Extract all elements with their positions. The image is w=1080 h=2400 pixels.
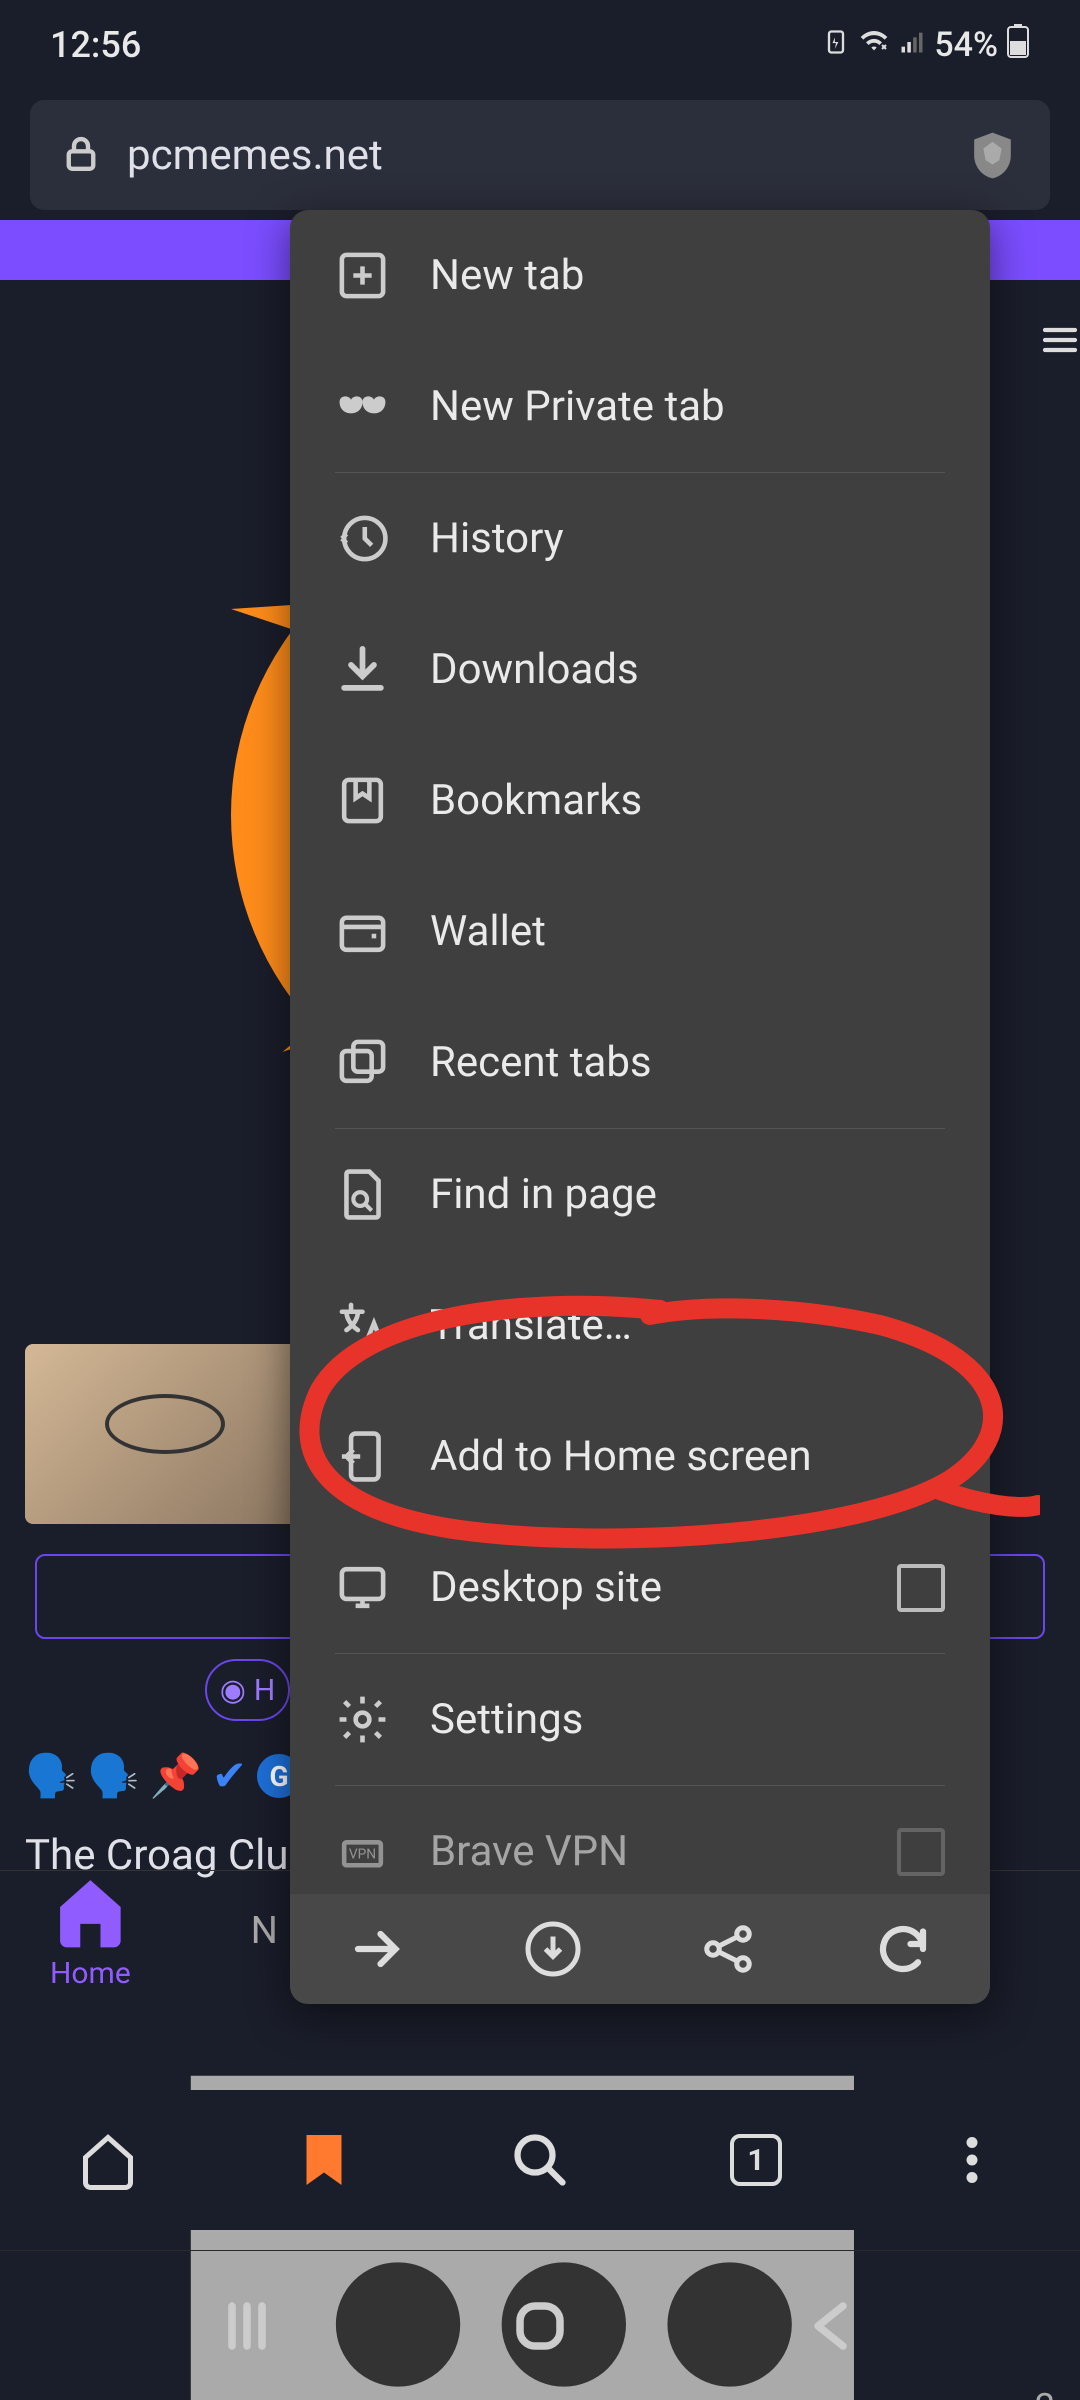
private-tab-icon <box>335 379 390 434</box>
menu-downloads[interactable]: Downloads <box>290 604 990 735</box>
downloads-icon <box>335 642 390 697</box>
back-button[interactable] <box>803 2296 863 2356</box>
menu-recent-tabs[interactable]: Recent tabs <box>290 997 990 1128</box>
emoji-badge: 🗣️ <box>87 1752 139 1801</box>
svg-text:VPN: VPN <box>349 1846 376 1862</box>
user-avatar-image <box>25 1344 305 1524</box>
menu-desktop-site[interactable]: Desktop site <box>290 1522 990 1653</box>
wallet-icon <box>335 904 390 959</box>
nav-home[interactable]: Home <box>50 1870 131 1991</box>
tabs-button[interactable]: 1 <box>726 2130 786 2190</box>
new-tab-icon <box>335 248 390 303</box>
verified-icon: ✔ <box>212 1751 247 1801</box>
desktop-icon <box>335 1560 390 1615</box>
bookmark-icon[interactable] <box>294 2130 354 2190</box>
recents-button[interactable] <box>217 2296 277 2356</box>
status-right: 54% <box>822 23 1030 68</box>
battery-icon <box>1006 23 1030 68</box>
globe-icon: ◉ <box>220 1673 246 1708</box>
bookmarks-icon <box>335 773 390 828</box>
home-icon[interactable] <box>78 2130 138 2190</box>
menu-history[interactable]: History <box>290 473 990 604</box>
hamburger-icon[interactable] <box>1040 320 1080 370</box>
wifi-icon <box>858 25 890 66</box>
nav-next[interactable]: N <box>251 1909 278 1953</box>
emoji-badge: 🗣️ <box>25 1752 77 1801</box>
menu-bottom-bar <box>290 1894 990 2004</box>
menu-translate[interactable]: Translate… <box>290 1260 990 1391</box>
find-icon <box>335 1167 390 1222</box>
menu-new-private-tab[interactable]: New Private tab <box>290 341 990 472</box>
more-icon[interactable] <box>942 2130 1002 2190</box>
menu-bookmarks[interactable]: Bookmarks <box>290 735 990 866</box>
lock-icon <box>60 132 102 178</box>
status-bar: 12:56 54% <box>0 0 1080 90</box>
home-button[interactable] <box>510 2296 570 2356</box>
url-text: pcmemes.net <box>127 131 940 180</box>
battery-percent: 54% <box>934 25 998 65</box>
brave-lion-icon[interactable] <box>965 128 1020 183</box>
menu-new-tab[interactable]: New tab <box>290 210 990 341</box>
signal-icon <box>898 25 926 65</box>
gear-icon <box>335 1692 390 1747</box>
menu-brave-vpn[interactable]: VPN Brave VPN <box>290 1786 990 1894</box>
vpn-icon: VPN <box>335 1824 390 1879</box>
menu-find-in-page[interactable]: Find in page <box>290 1129 990 1260</box>
browser-bottom-bar: 1 <box>0 2090 1080 2230</box>
download-icon[interactable] <box>523 1919 583 1979</box>
desktop-site-checkbox[interactable] <box>897 1564 945 1612</box>
status-time: 12:56 <box>50 24 141 66</box>
battery-saver-icon <box>822 25 850 65</box>
search-icon[interactable] <box>510 2130 570 2190</box>
hole-filter-pill[interactable]: ◉ H <box>205 1659 290 1721</box>
pin-icon: 📌 <box>150 1752 202 1801</box>
share-icon[interactable] <box>698 1919 758 1979</box>
system-nav-bar <box>0 2250 1080 2400</box>
vpn-checkbox[interactable] <box>897 1828 945 1876</box>
menu-add-to-home-screen[interactable]: Add to Home screen <box>290 1391 990 1522</box>
refresh-icon[interactable] <box>873 1919 933 1979</box>
menu-wallet[interactable]: Wallet <box>290 866 990 997</box>
history-icon <box>335 511 390 566</box>
recent-tabs-icon <box>335 1035 390 1090</box>
browser-menu: New tab New Private tab History Download… <box>290 210 990 2004</box>
menu-settings[interactable]: Settings <box>290 1654 990 1785</box>
url-bar[interactable]: pcmemes.net <box>30 100 1050 210</box>
translate-icon <box>335 1298 390 1353</box>
add-to-home-icon <box>335 1429 390 1484</box>
forward-icon[interactable] <box>348 1919 408 1979</box>
